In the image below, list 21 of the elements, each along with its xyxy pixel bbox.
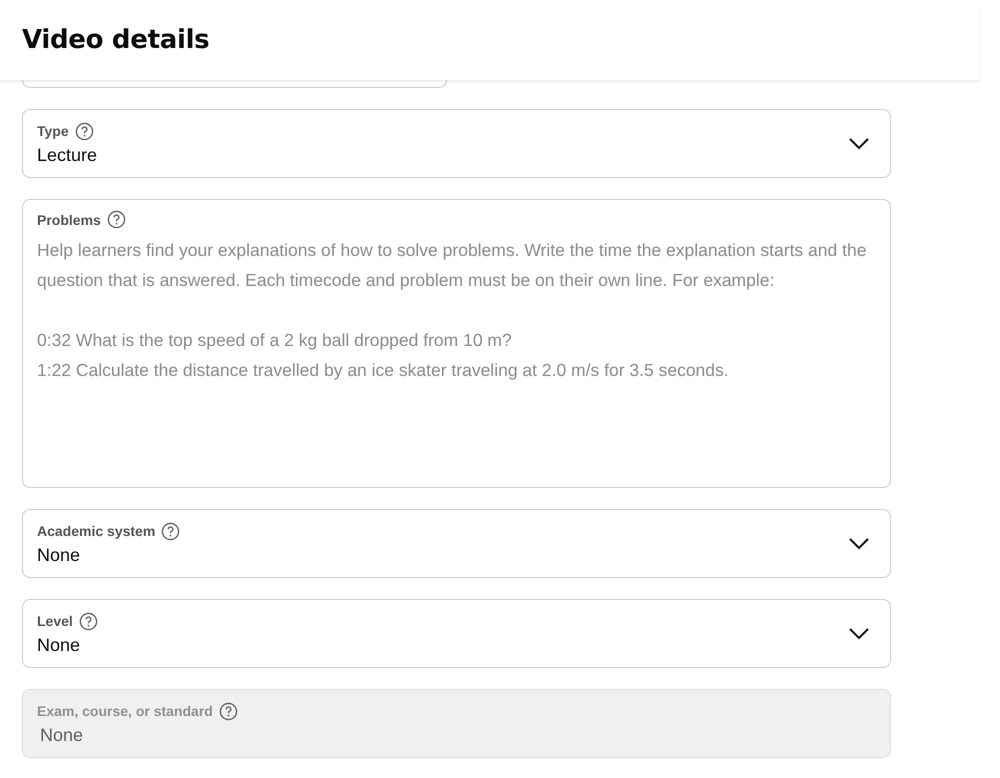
help-icon[interactable]	[74, 122, 94, 140]
help-icon[interactable]	[161, 522, 180, 540]
dropdown-field[interactable]: Type Lecture	[22, 109, 891, 178]
field-label: Problems	[37, 212, 101, 228]
field-label: Exam, course, or standard	[37, 703, 213, 719]
chevron-down-icon	[848, 136, 870, 150]
field-value: None	[39, 724, 84, 746]
field-label: Type	[37, 123, 69, 139]
field-label: Academic system	[37, 523, 156, 539]
field-value: None	[37, 634, 82, 656]
field-value: Lecture	[37, 144, 98, 166]
help-icon[interactable]	[78, 612, 98, 630]
page-title: Video details	[22, 25, 210, 55]
field-value: None	[37, 544, 82, 566]
chevron-down-icon	[848, 536, 870, 550]
help-icon[interactable]	[106, 210, 126, 229]
chevron-down-icon	[848, 626, 870, 640]
problems-text-area[interactable]: Problems Help learners find your explanations of how to solve problems. Write the time the explanation starts and the question that is answered. Each timecode and problem must be on their own line. For example: 0:32 What is the top speed of a 2 kg ball dropped from 10 m? 1:22 Calculate the distance travelled by an ice skater traveling at 2.0 m/s for 3.5 seconds.	[22, 199, 891, 488]
field-label: Level	[37, 613, 73, 629]
dropdown-field[interactable]: Academic system None	[22, 509, 891, 578]
dropdown-field[interactable]: Level None	[22, 599, 891, 668]
